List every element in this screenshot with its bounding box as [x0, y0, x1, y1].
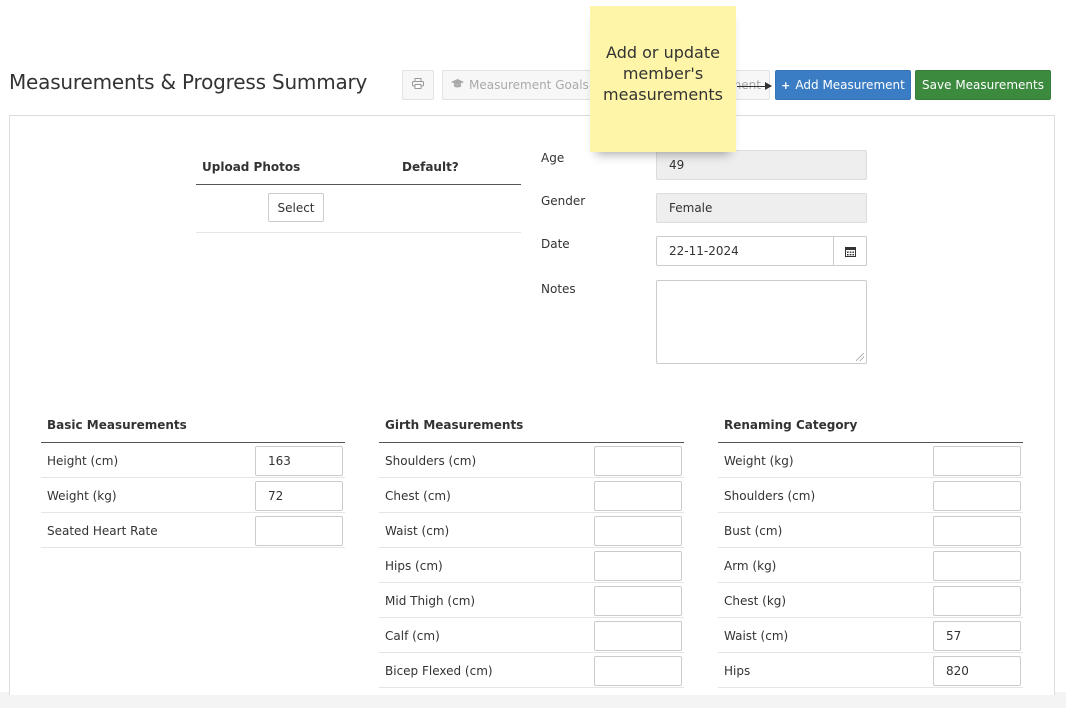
age-field: 49 — [656, 150, 867, 180]
date-field[interactable]: 22-11-2024 — [656, 236, 867, 266]
add-measurement-label: Add Measurement — [795, 78, 905, 92]
renaming-category-header: Renaming Category — [718, 405, 1023, 443]
table-row: Shoulders (cm) — [718, 478, 1023, 513]
renaming-bust-input[interactable] — [933, 516, 1021, 546]
add-measurement-button[interactable]: + Add Measurement — [775, 70, 911, 100]
basic-measurements-column: Basic Measurements Height (cm) 163 Weight… — [41, 405, 345, 548]
notes-textarea[interactable] — [656, 280, 867, 364]
hips-input[interactable] — [594, 551, 682, 581]
renaming-shoulders-input[interactable] — [933, 481, 1021, 511]
chest-input[interactable] — [594, 481, 682, 511]
table-row: Seated Heart Rate — [41, 513, 345, 548]
table-row: Bust (cm) — [718, 513, 1023, 548]
tooltip-sticky-note: Add or update member's measurements — [590, 6, 736, 152]
page-title: Measurements & Progress Summary — [9, 70, 368, 94]
table-row: Chest (cm) — [379, 478, 684, 513]
table-row: Arm (kg) — [718, 548, 1023, 583]
gender-field: Female — [656, 193, 867, 223]
renaming-weight-input[interactable] — [933, 446, 1021, 476]
bicep-flexed-input[interactable] — [594, 656, 682, 686]
graduation-cap-icon — [451, 78, 464, 92]
calendar-icon[interactable] — [833, 237, 866, 265]
shoulders-input[interactable] — [594, 446, 682, 476]
seated-heart-rate-input[interactable] — [255, 516, 343, 546]
renaming-hips-input[interactable]: 820 — [933, 656, 1021, 686]
printer-icon — [412, 78, 424, 92]
renaming-chest-input[interactable] — [933, 586, 1021, 616]
mid-thigh-input[interactable] — [594, 586, 682, 616]
table-row: Shoulders (cm) — [379, 443, 684, 478]
photo-upload-header: Upload Photos Default? — [196, 148, 521, 185]
renaming-waist-input[interactable]: 57 — [933, 621, 1021, 651]
table-row: Hips (cm) — [379, 548, 684, 583]
age-label: Age — [541, 151, 565, 165]
gender-label: Gender — [541, 194, 586, 208]
table-row: Calf (cm) — [379, 618, 684, 653]
save-measurements-label: Save Measurements — [922, 78, 1044, 92]
table-row: Height (cm) 163 — [41, 443, 345, 478]
girth-measurements-column: Girth Measurements Shoulders (cm) Chest … — [379, 405, 684, 688]
table-row: Mid Thigh (cm) — [379, 583, 684, 618]
save-measurements-button[interactable]: Save Measurements — [915, 70, 1051, 100]
default-column-header: Default? — [402, 160, 459, 174]
measurement-goals-label: Measurement Goals — [469, 78, 589, 92]
select-photo-button[interactable]: Select — [268, 193, 324, 222]
table-row: Waist (cm) — [379, 513, 684, 548]
table-row: Chest (kg) — [718, 583, 1023, 618]
waist-input[interactable] — [594, 516, 682, 546]
table-row: Waist (cm) 57 — [718, 618, 1023, 653]
tooltip-pointer-arrow — [737, 82, 772, 90]
plus-icon: + — [781, 78, 791, 92]
renaming-arm-input[interactable] — [933, 551, 1021, 581]
table-row: Weight (kg) 72 — [41, 478, 345, 513]
photo-upload-table: Upload Photos Default? Select — [196, 148, 521, 233]
upload-photos-column-header: Upload Photos — [202, 160, 301, 174]
girth-measurements-header: Girth Measurements — [379, 405, 684, 443]
height-input[interactable]: 163 — [255, 446, 343, 476]
date-label: Date — [541, 237, 570, 251]
table-row: Weight (kg) — [718, 443, 1023, 478]
measurement-goals-button[interactable]: Measurement Goals — [442, 70, 594, 100]
resize-grip-icon[interactable] — [856, 353, 864, 361]
calf-input[interactable] — [594, 621, 682, 651]
notes-label: Notes — [541, 282, 576, 296]
date-value: 22-11-2024 — [669, 244, 739, 258]
photo-upload-row: Select — [196, 185, 521, 233]
table-row: Bicep Flexed (cm) — [379, 653, 684, 688]
table-row: Hips 820 — [718, 653, 1023, 688]
print-button[interactable] — [402, 70, 434, 100]
renaming-category-column: Renaming Category Weight (kg) Shoulders … — [718, 405, 1023, 688]
weight-input[interactable]: 72 — [255, 481, 343, 511]
basic-measurements-header: Basic Measurements — [41, 405, 345, 443]
